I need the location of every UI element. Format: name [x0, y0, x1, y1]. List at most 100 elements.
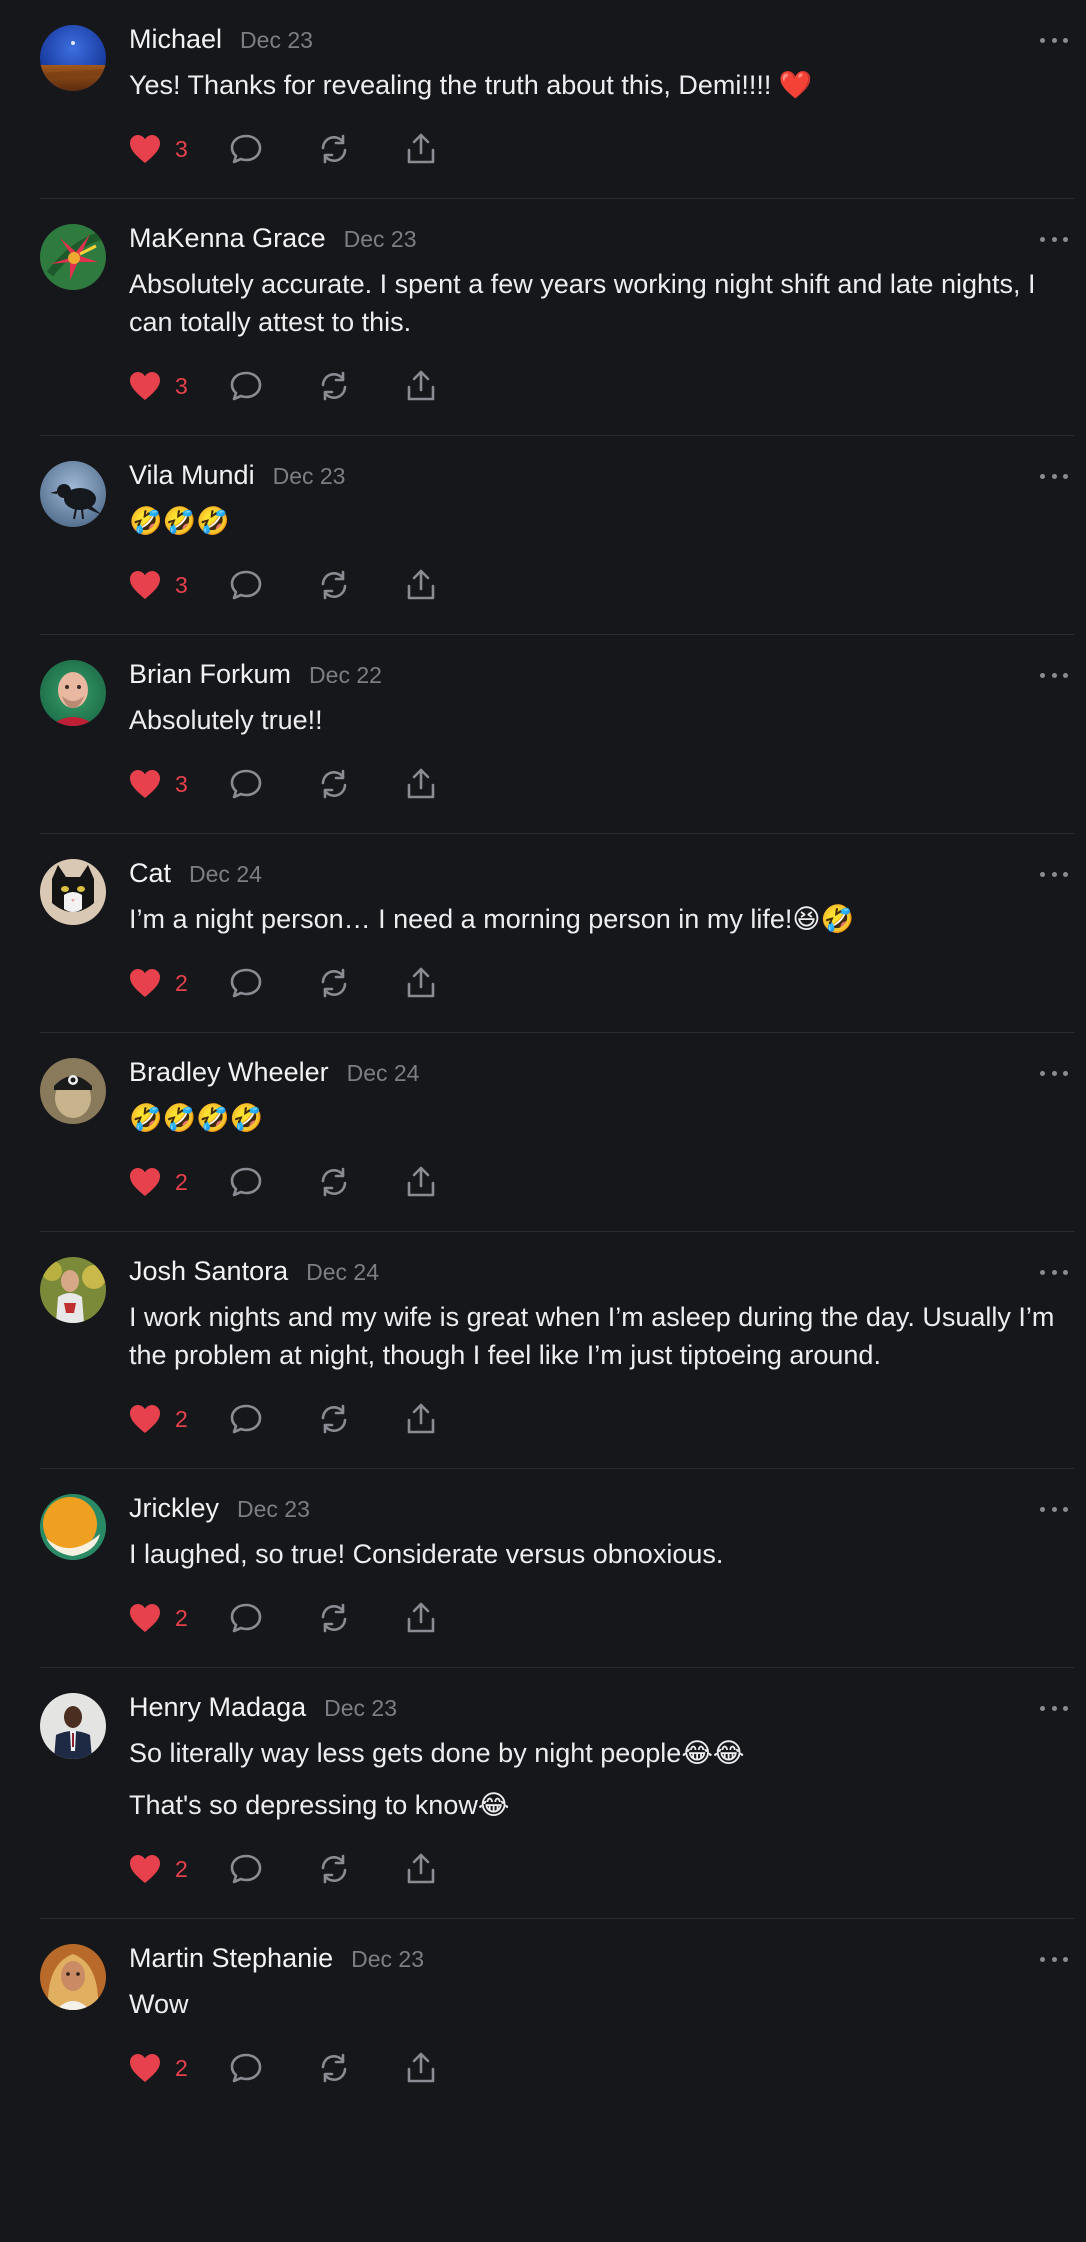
author-name[interactable]: Cat — [129, 858, 171, 889]
like-count: 2 — [175, 2054, 188, 2081]
avatar[interactable] — [40, 859, 106, 925]
comment-item: Josh Santora Dec 24 I work nights and my… — [40, 1232, 1074, 1469]
author-name[interactable]: Henry Madaga — [129, 1692, 306, 1723]
comment-date: Dec 23 — [324, 1695, 397, 1721]
reply-button[interactable] — [229, 569, 317, 601]
comment-item: Vila Mundi Dec 23 🤣🤣🤣 3 — [40, 436, 1074, 635]
reply-button[interactable] — [229, 967, 317, 999]
more-dots-icon — [1040, 1956, 1045, 1962]
like-button[interactable]: 3 — [129, 570, 229, 600]
comment-bubble-icon — [230, 1167, 262, 1197]
like-count: 2 — [175, 1405, 188, 1432]
more-dots-icon — [1040, 871, 1045, 877]
repost-arrows-icon — [321, 1167, 347, 1197]
share-upload-icon — [407, 768, 435, 799]
comment-bubble-icon — [230, 1603, 262, 1633]
more-options-button[interactable] — [1040, 1499, 1068, 1519]
more-options-button[interactable] — [1040, 1698, 1068, 1718]
avatar[interactable] — [40, 1494, 106, 1560]
like-button[interactable]: 2 — [129, 1603, 229, 1633]
comment-text: 🤣🤣🤣🤣 — [129, 1103, 264, 1133]
like-button[interactable]: 2 — [129, 968, 229, 998]
heart-icon — [130, 1855, 160, 1883]
share-button[interactable] — [405, 1165, 493, 1199]
comment-item: Michael Dec 23 Yes! Thanks for revealing… — [40, 0, 1074, 199]
like-button[interactable]: 3 — [129, 371, 229, 401]
like-button[interactable]: 3 — [129, 769, 229, 799]
repost-button[interactable] — [317, 1601, 405, 1635]
repost-button[interactable] — [317, 568, 405, 602]
more-options-button[interactable] — [1040, 229, 1068, 249]
repost-button[interactable] — [317, 1402, 405, 1436]
more-options-button[interactable] — [1040, 30, 1068, 50]
share-upload-icon — [407, 1853, 435, 1884]
share-button[interactable] — [405, 767, 493, 801]
author-name[interactable]: Bradley Wheeler — [129, 1057, 329, 1088]
more-dots-icon — [1040, 1070, 1045, 1076]
more-options-button[interactable] — [1040, 1063, 1068, 1083]
avatar[interactable] — [40, 224, 106, 290]
share-button[interactable] — [405, 1601, 493, 1635]
reply-button[interactable] — [229, 1166, 317, 1198]
reply-button[interactable] — [229, 1403, 317, 1435]
more-options-button[interactable] — [1040, 665, 1068, 685]
author-name[interactable]: Brian Forkum — [129, 659, 291, 690]
repost-button[interactable] — [317, 1165, 405, 1199]
reply-button[interactable] — [229, 1602, 317, 1634]
more-options-button[interactable] — [1040, 466, 1068, 486]
share-button[interactable] — [405, 568, 493, 602]
repost-arrows-icon — [321, 1854, 347, 1884]
like-button[interactable]: 2 — [129, 2053, 229, 2083]
author-name[interactable]: Josh Santora — [129, 1256, 288, 1287]
author-name[interactable]: Martin Stephanie — [129, 1943, 333, 1974]
repost-button[interactable] — [317, 132, 405, 166]
reply-button[interactable] — [229, 370, 317, 402]
reply-button[interactable] — [229, 1853, 317, 1885]
repost-button[interactable] — [317, 1852, 405, 1886]
repost-button[interactable] — [317, 966, 405, 1000]
avatar[interactable] — [40, 660, 106, 726]
reply-button[interactable] — [229, 768, 317, 800]
repost-arrows-icon — [321, 134, 347, 164]
avatar[interactable] — [40, 1058, 106, 1124]
action-bar: 3 — [129, 130, 1064, 168]
more-dots-icon — [1040, 672, 1045, 678]
author-name[interactable]: Vila Mundi — [129, 460, 255, 491]
comment-text: Absolutely true!! — [129, 705, 323, 735]
avatar[interactable] — [40, 25, 106, 91]
repost-button[interactable] — [317, 767, 405, 801]
like-button[interactable]: 2 — [129, 1167, 229, 1197]
author-name[interactable]: Michael — [129, 24, 222, 55]
reply-button[interactable] — [229, 133, 317, 165]
more-options-button[interactable] — [1040, 864, 1068, 884]
comment-item: Cat Dec 24 I’m a night person… I need a … — [40, 834, 1074, 1033]
comment-bubble-icon — [230, 968, 262, 998]
more-options-button[interactable] — [1040, 1949, 1068, 1969]
author-name[interactable]: MaKenna Grace — [129, 223, 326, 254]
like-button[interactable]: 3 — [129, 134, 229, 164]
more-options-button[interactable] — [1040, 1262, 1068, 1282]
share-button[interactable] — [405, 369, 493, 403]
like-count: 3 — [175, 135, 188, 162]
comment-date: Dec 23 — [272, 463, 346, 489]
comment-date: Dec 23 — [240, 27, 313, 53]
share-button[interactable] — [405, 2051, 493, 2085]
share-button[interactable] — [405, 1402, 493, 1436]
avatar[interactable] — [40, 1693, 106, 1759]
comment-item: Bradley Wheeler Dec 24 🤣🤣🤣🤣 2 — [40, 1033, 1074, 1232]
avatar[interactable] — [40, 461, 106, 527]
repost-button[interactable] — [317, 369, 405, 403]
reply-button[interactable] — [229, 2052, 317, 2084]
share-button[interactable] — [405, 132, 493, 166]
share-button[interactable] — [405, 1852, 493, 1886]
author-name[interactable]: Jrickley — [129, 1493, 219, 1524]
comment-text: Absolutely accurate. I spent a few years… — [129, 269, 1036, 337]
comment-text: I’m a night person… I need a morning per… — [129, 904, 855, 934]
avatar[interactable] — [40, 1944, 106, 2010]
comment-date: Dec 23 — [343, 226, 417, 252]
share-button[interactable] — [405, 966, 493, 1000]
avatar[interactable] — [40, 1257, 106, 1323]
like-button[interactable]: 2 — [129, 1854, 229, 1884]
like-button[interactable]: 2 — [129, 1404, 229, 1434]
repost-button[interactable] — [317, 2051, 405, 2085]
